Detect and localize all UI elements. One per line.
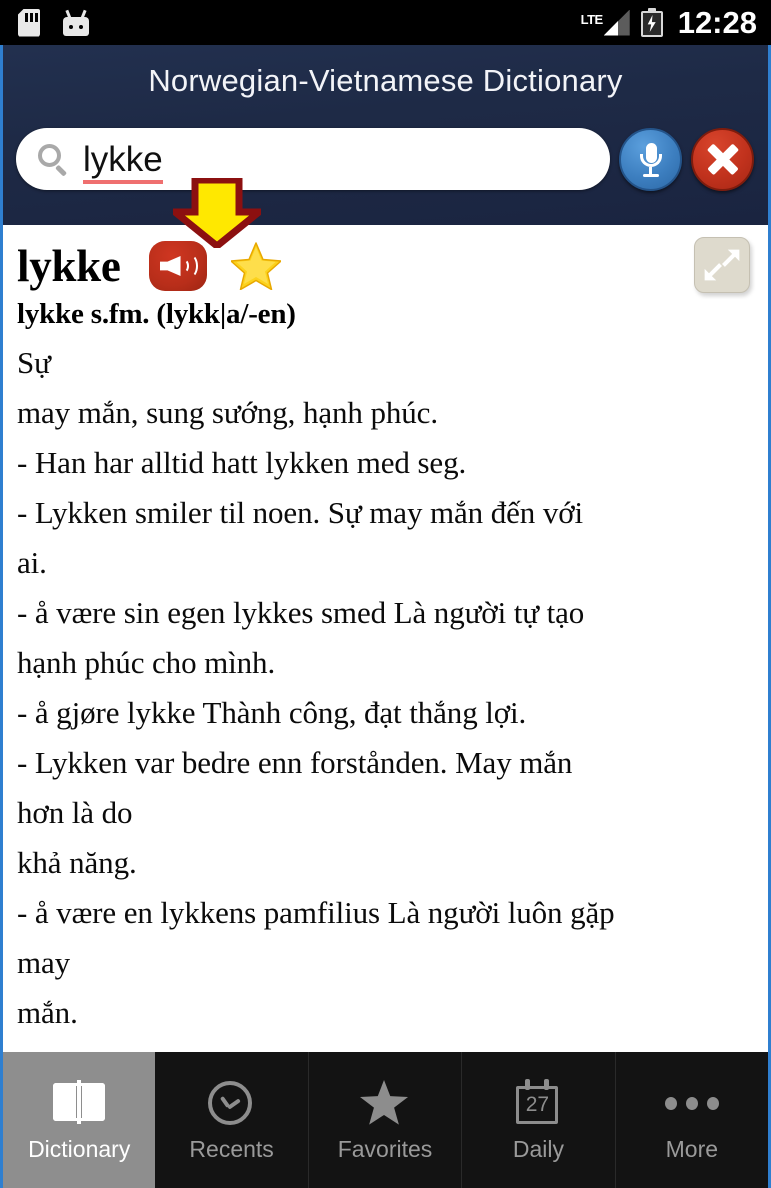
definition-line: khả năng. [17, 845, 137, 881]
search-value-wrap: lykke [83, 139, 163, 184]
page-title: Norwegian-Vietnamese Dictionary [148, 63, 623, 98]
tab-recents[interactable]: Recents [155, 1052, 309, 1188]
definition-line: - Lykken var bedre enn forstånden. May m… [17, 745, 573, 781]
status-bar-left [18, 8, 90, 37]
definition-line: - å være en lykkens pamfilius Là người l… [17, 895, 615, 931]
book-icon [52, 1079, 106, 1127]
definition-line: - å være sin egen lykkes smed Là người t… [17, 595, 585, 631]
status-bar-right: LTE 12:28 [581, 7, 757, 38]
clear-search-button[interactable] [691, 127, 754, 191]
network-type-label: LTE [580, 11, 604, 27]
sd-card-icon [18, 8, 40, 37]
dictionary-entry-panel: lykke lykke s.fm. (lykk|a/-en) Sự may mắ… [0, 225, 771, 1052]
definition-line: hạnh phúc cho mình. [17, 645, 276, 681]
definition-line: ai. [17, 545, 47, 581]
definition-line: Sự [17, 345, 51, 381]
tab-daily[interactable]: 27 Daily [462, 1052, 616, 1188]
down-arrow-pointer [173, 178, 261, 248]
calendar-icon: 27 [511, 1079, 565, 1127]
clock-check-icon [205, 1079, 259, 1127]
expand-arrows-glyph [704, 249, 740, 281]
entry-pronunciation: lykke s.fm. (lykk|a/-en) [17, 298, 296, 330]
tab-label: More [665, 1136, 719, 1162]
dictionary-app-screen: LTE 12:28 Norwegian-Vietnamese Dictionar… [0, 0, 771, 1188]
definition-line: mắn. [17, 995, 78, 1031]
tab-label: Favorites [337, 1136, 433, 1162]
definition-line: may [17, 945, 71, 981]
definition-line: - å gjøre lykke Thành công, đạt thắng lợ… [17, 695, 527, 731]
search-input[interactable]: lykke [16, 128, 610, 190]
search-input-value: lykke [83, 139, 163, 179]
star-icon[interactable] [230, 242, 281, 290]
android-robot-icon [62, 9, 90, 36]
definition-line: - Lykken smiler til noen. Sự may mắn đến… [17, 495, 584, 531]
definition-line: may mắn, sung sướng, hạnh phúc. [17, 395, 438, 431]
star-icon [358, 1079, 412, 1127]
search-icon [37, 143, 69, 177]
tab-dictionary[interactable]: Dictionary [3, 1052, 156, 1188]
app-header: Norwegian-Vietnamese Dictionary lykke [0, 45, 771, 248]
calendar-day-badge: 27 [525, 1093, 550, 1116]
battery-charging-icon [640, 8, 663, 37]
spellcheck-underline [83, 179, 163, 184]
signal-bars-icon: LTE [580, 9, 630, 36]
entry-definition: Sự may mắn, sung sướng, hạnh phúc. - Han… [17, 338, 752, 1038]
definition-line: - Han har alltid hatt lykken med seg. [17, 445, 467, 481]
tab-label: Recents [189, 1136, 274, 1162]
voice-search-button[interactable] [619, 127, 682, 191]
tab-more[interactable]: More [616, 1052, 768, 1188]
tab-label: Daily [512, 1136, 564, 1162]
bottom-tab-bar: Dictionary Recents Favorites 27 Daily Mo… [0, 1052, 771, 1188]
microphone-icon [637, 142, 665, 181]
ellipsis-icon [664, 1079, 719, 1127]
tab-favorites[interactable]: Favorites [309, 1052, 463, 1188]
close-x-icon [706, 142, 740, 176]
definition-line: hơn là do [17, 795, 133, 831]
tab-label: Dictionary [28, 1136, 131, 1162]
speaker-icon[interactable] [148, 241, 207, 291]
entry-header-row: lykke [17, 237, 752, 295]
status-bar: LTE 12:28 [0, 0, 771, 45]
status-bar-clock: 12:28 [677, 5, 757, 40]
entry-headword: lykke [17, 240, 121, 291]
expand-fullscreen-icon[interactable] [694, 237, 750, 293]
search-row: lykke [3, 123, 768, 195]
